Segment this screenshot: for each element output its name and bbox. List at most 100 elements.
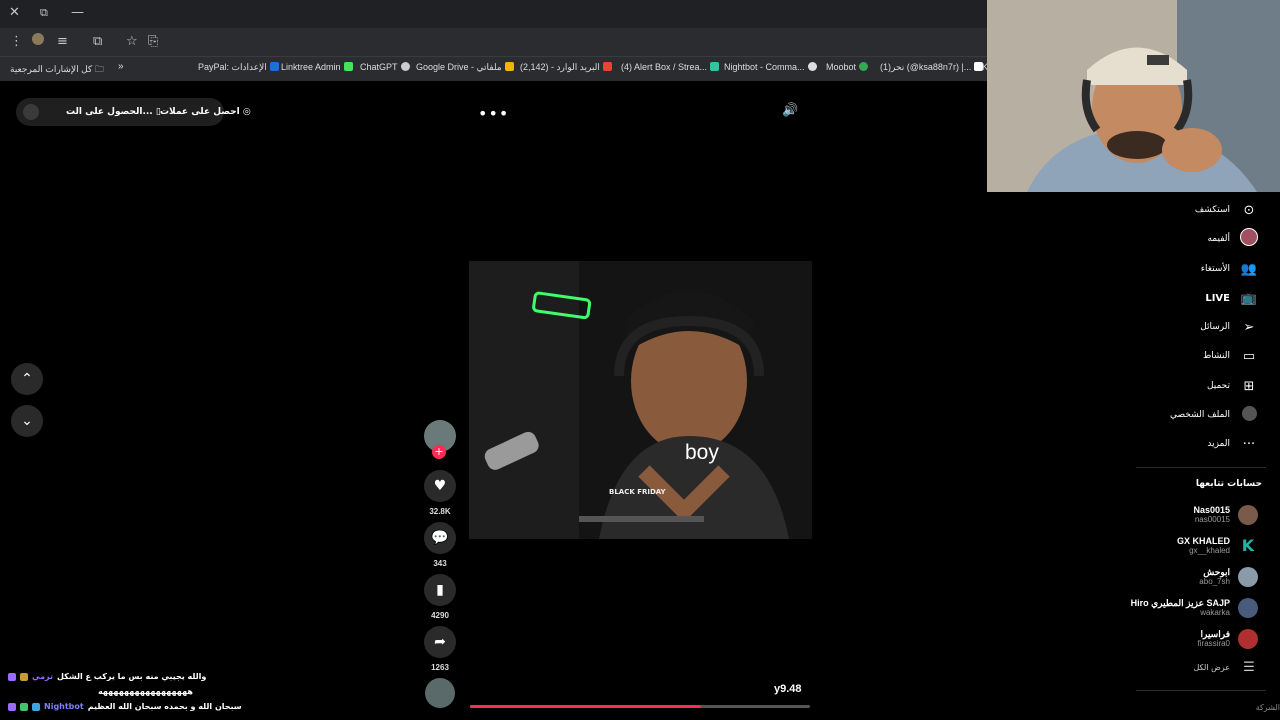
- bookmark-item[interactable]: Nightbot - Comma...: [724, 62, 817, 72]
- coin-icon: ◎: [242, 107, 251, 117]
- bookmark-item[interactable]: PayPal: الإعدادات: [198, 62, 279, 73]
- gmail-icon: [602, 62, 612, 71]
- next-video-button[interactable]: ⌄: [11, 405, 43, 437]
- share-count: 1263: [431, 663, 449, 672]
- nav-label: المزيد: [1207, 439, 1230, 449]
- paypal-icon: [269, 62, 279, 71]
- avatar: [1238, 567, 1258, 587]
- nightbot-icon: [807, 62, 817, 71]
- avatar: K: [1238, 536, 1258, 556]
- nav-explore[interactable]: استكشف ⊙: [1195, 199, 1258, 221]
- menu-dots-icon[interactable]: ⋮: [10, 34, 23, 49]
- cast-icon[interactable]: ⎘: [148, 34, 158, 49]
- heart-icon: ♥: [433, 478, 447, 494]
- chat-username: ترمي: [32, 672, 54, 681]
- minimize-icon[interactable]: —: [71, 5, 84, 20]
- video-overlay-text: BLACK FRIDAY: [609, 488, 666, 496]
- nav-more[interactable]: المزيد ···: [1207, 433, 1258, 455]
- top-pill-bar: الحصول على الت... ▯ احصل على عملات ◎: [16, 98, 251, 126]
- sound-icon[interactable]: 🔊: [782, 103, 798, 118]
- like-button[interactable]: ♥: [424, 470, 456, 502]
- chat-username: Nightbot: [44, 702, 84, 711]
- profile-avatar-icon[interactable]: [32, 33, 44, 45]
- nav-foryou[interactable]: ألفيمه: [1207, 228, 1258, 250]
- avatar: [1238, 505, 1258, 525]
- save-count: 4290: [431, 611, 449, 620]
- share-icon: ➦: [434, 634, 446, 650]
- video-image: [469, 261, 812, 539]
- video-username[interactable]: y9.48: [774, 683, 802, 695]
- following-account[interactable]: فراسيرا firassira0: [1198, 626, 1258, 652]
- avatar: [1238, 598, 1258, 618]
- account-name: Hiro عزيز المطيري SAJP: [1130, 598, 1230, 608]
- nav-profile[interactable]: الملف الشخصي: [1170, 404, 1258, 426]
- save-button[interactable]: ▮: [424, 574, 456, 606]
- chat-message: ترمي والله يجيبي منه بس ما يركب ع الشكل: [8, 672, 206, 681]
- bookmark-item[interactable]: (1)نحر (@ksa88n7r) |...: [880, 62, 984, 73]
- comment-count: 343: [433, 559, 447, 568]
- bookmark-item[interactable]: ChatGPT: [360, 62, 410, 72]
- chevron-down-icon: ⌄: [21, 413, 33, 429]
- list-icon: ☰: [1243, 659, 1255, 675]
- chat-badge-icon: [32, 702, 40, 711]
- browser-toolbar: ⋮ ≡ ⧉ ☆ ⎘: [0, 28, 987, 56]
- following-account[interactable]: ابوحش abo_7sh: [1199, 564, 1258, 590]
- bookmark-item[interactable]: (4) Alert Box / Strea...: [621, 62, 720, 72]
- chevron-up-icon: ⌃: [21, 371, 33, 387]
- following-account[interactable]: GX KHALED gx__khaled K: [1177, 533, 1258, 559]
- chatgpt-icon: [400, 62, 410, 71]
- following-accounts-title: حسابات تتابعها: [1195, 479, 1262, 489]
- send-icon: ➢: [1243, 319, 1255, 335]
- nav-live[interactable]: LIVE 📺: [1205, 287, 1258, 309]
- nav-messages[interactable]: الرسائل ➢: [1200, 316, 1258, 338]
- video-progress-bar[interactable]: [470, 705, 810, 708]
- app-logo-icon[interactable]: [23, 104, 39, 120]
- nav-upload[interactable]: تحميل ⊞: [1207, 375, 1258, 397]
- extensions-icon[interactable]: ⧉: [93, 34, 102, 49]
- follow-plus-icon[interactable]: +: [432, 445, 446, 459]
- see-all-button[interactable]: عرض الكل ☰: [1193, 656, 1258, 678]
- chat-badge-icon: [20, 702, 28, 711]
- bookmark-item[interactable]: Moobot: [826, 62, 869, 72]
- restore-icon[interactable]: ⧉: [40, 6, 48, 20]
- company-link[interactable]: الشركة: [1256, 703, 1280, 712]
- account-name: GX KHALED: [1176, 536, 1230, 546]
- video-caption: boy: [685, 441, 719, 464]
- account-name: فراسيرا: [1200, 629, 1231, 639]
- chat-text: سبحان الله و بحمده سبحان الله العظيم: [87, 702, 242, 711]
- folder-icon: 🗀: [94, 64, 104, 74]
- nav-label: النشاط: [1202, 351, 1230, 361]
- comment-icon: 💬: [431, 530, 449, 546]
- share-button[interactable]: ➦: [424, 626, 456, 658]
- bookmark-item[interactable]: البريد الوارد - (2,142): [520, 62, 612, 73]
- get-app-button[interactable]: الحصول على الت... ▯: [66, 107, 161, 117]
- browser-title-bar: ✕ ⧉ —: [0, 0, 987, 28]
- people-icon: 👥: [1240, 261, 1258, 277]
- tab-search-icon[interactable]: ≡: [57, 34, 68, 49]
- live-icon: 📺: [1240, 290, 1258, 306]
- account-name: Nas0015: [1193, 505, 1230, 515]
- bookmark-item[interactable]: Linktree Admin: [281, 62, 353, 72]
- compass-icon: ⊙: [1243, 202, 1255, 218]
- following-account[interactable]: Nas0015 nas00015: [1193, 502, 1258, 528]
- all-bookmarks-folder[interactable]: كل الإشارات المرجعية 🗀: [10, 62, 104, 78]
- bookmark-star-icon[interactable]: ☆: [126, 34, 138, 49]
- chat-message: Nightbot سبحان الله و بحمده سبحان الله ا…: [8, 702, 242, 711]
- music-disc-icon[interactable]: [425, 678, 455, 708]
- nav-activity[interactable]: النشاط ▭: [1203, 345, 1258, 367]
- more-options-button[interactable]: •••: [478, 104, 509, 123]
- get-coins-button[interactable]: احصل على عملات ◎: [160, 107, 251, 117]
- nav-following[interactable]: الأستغاء 👥: [1201, 258, 1258, 280]
- previous-video-button[interactable]: ⌃: [11, 363, 43, 395]
- close-icon[interactable]: ✕: [9, 5, 20, 20]
- profile-icon: [1240, 405, 1258, 425]
- account-username: gx__khaled: [1189, 546, 1230, 555]
- following-account[interactable]: Hiro عزيز المطيري SAJP wakarka: [1131, 595, 1258, 621]
- bookmarks-bar: كل الإشارات المرجعية 🗀 » PayPal: الإعداد…: [0, 56, 988, 81]
- chat-badge-icon: [8, 672, 16, 681]
- bookmarks-overflow-button[interactable]: »: [118, 61, 124, 72]
- bookmark-item[interactable]: Google Drive - ملفاتي: [416, 62, 514, 73]
- account-username: firassira0: [1197, 639, 1230, 648]
- video-frame[interactable]: boy BLACK FRIDAY: [469, 261, 812, 539]
- comment-button[interactable]: 💬: [424, 522, 456, 554]
